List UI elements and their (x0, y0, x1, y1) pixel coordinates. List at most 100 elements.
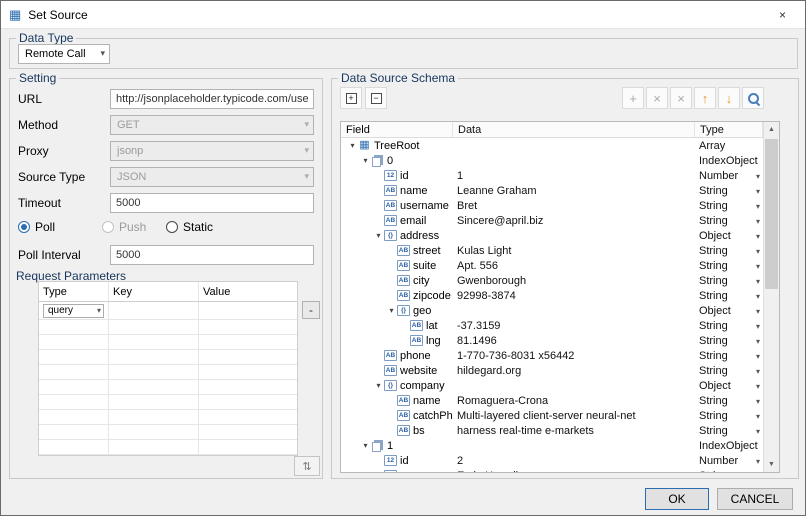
tree-row[interactable]: ABnameErvin HowellString▾ (341, 468, 763, 472)
tree-row[interactable]: ABzipcode92998-3874String▾ (341, 288, 763, 303)
type-dropdown-icon[interactable]: ▾ (756, 218, 760, 226)
field-type: String (699, 275, 728, 287)
tree-row[interactable]: ▾1IndexObject (341, 438, 763, 453)
tree-row[interactable]: ABemailSincere@april.bizString▾ (341, 213, 763, 228)
collapse-chevron-icon[interactable]: ▾ (347, 138, 358, 153)
window-title: Set Source (28, 8, 87, 22)
tree-row[interactable]: ▾0IndexObject (341, 153, 763, 168)
collapse-chevron-icon[interactable]: ▾ (360, 438, 371, 453)
tree-row[interactable]: ▾{}companyObject▾ (341, 378, 763, 393)
move-down-button[interactable]: ↓ (718, 87, 740, 109)
type-dropdown-icon[interactable]: ▾ (756, 398, 760, 406)
type-dropdown-icon[interactable]: ▾ (756, 383, 760, 391)
type-dropdown-icon[interactable]: ▾ (756, 293, 760, 301)
type-dropdown-icon[interactable]: ▾ (756, 323, 760, 331)
param-key-cell[interactable] (109, 302, 199, 319)
schema-legend: Data Source Schema (338, 71, 458, 86)
type-dropdown-icon[interactable]: ▾ (756, 233, 760, 241)
radio-static[interactable]: Static (166, 220, 213, 234)
field-name: lat (426, 320, 438, 332)
tree-row[interactable]: ABbsharness real-time e-marketsString▾ (341, 423, 763, 438)
expand-all-button[interactable]: + (340, 87, 362, 109)
add-node-button[interactable]: + (622, 87, 644, 109)
tree-row[interactable]: ABcatchPhraseMulti-layered client-server… (341, 408, 763, 423)
collapse-chevron-icon[interactable]: ▾ (360, 153, 371, 168)
field-data: 92998-3874 (453, 290, 695, 302)
array-root-icon: ▦ (358, 140, 371, 151)
tree-row[interactable]: ▾{}addressObject▾ (341, 228, 763, 243)
request-param-empty-row (39, 350, 297, 365)
type-dropdown-icon[interactable]: ▾ (756, 188, 760, 196)
remove-param-button[interactable]: - (302, 301, 320, 319)
schema-tree-header: Field Data Type (341, 122, 779, 138)
tree-row[interactable]: ▾{}geoObject▾ (341, 303, 763, 318)
type-dropdown-icon[interactable]: ▾ (756, 338, 760, 346)
param-value-cell[interactable] (199, 302, 297, 319)
type-dropdown-icon[interactable]: ▾ (756, 413, 760, 421)
tree-row[interactable]: ABwebsitehildegard.orgString▾ (341, 363, 763, 378)
type-dropdown-icon[interactable]: ▾ (756, 203, 760, 211)
tree-row[interactable]: 12id1Number▾ (341, 168, 763, 183)
type-dropdown-icon[interactable]: ▾ (756, 368, 760, 376)
type-dropdown-icon[interactable]: ▾ (756, 278, 760, 286)
sort-params-button[interactable]: ⇅ (294, 456, 320, 476)
request-param-empty-row (39, 320, 297, 335)
field-name: bs (413, 425, 425, 437)
collapse-chevron-icon[interactable]: ▾ (373, 228, 384, 243)
type-dropdown-icon[interactable]: ▾ (756, 428, 760, 436)
cancel-button[interactable]: CANCEL (717, 488, 793, 510)
timeout-input[interactable] (110, 193, 314, 213)
url-input[interactable] (110, 89, 314, 109)
preview-button[interactable] (742, 87, 764, 109)
param-type-select[interactable]: query ▾ (43, 304, 104, 318)
collapse-all-button[interactable]: − (365, 87, 387, 109)
string-type-icon: AB (397, 260, 410, 271)
collapse-chevron-icon[interactable]: ▾ (386, 303, 397, 318)
poll-interval-input[interactable] (110, 245, 314, 265)
request-param-empty-row (39, 380, 297, 395)
tree-row[interactable]: ABnameLeanne GrahamString▾ (341, 183, 763, 198)
tree-row[interactable]: ABnameRomaguera-CronaString▾ (341, 393, 763, 408)
field-type: String (699, 350, 728, 362)
tree-row[interactable]: ABusernameBretString▾ (341, 198, 763, 213)
collapse-chevron-icon[interactable]: ▾ (373, 378, 384, 393)
field-data: 1-770-736-8031 x56442 (453, 350, 695, 362)
field-name: id (400, 455, 409, 467)
scroll-down-icon[interactable]: ▼ (764, 457, 779, 472)
field-type: String (699, 260, 728, 272)
field-data: Leanne Graham (453, 185, 695, 197)
type-dropdown-icon[interactable]: ▾ (756, 353, 760, 361)
string-type-icon: AB (397, 410, 410, 421)
scroll-up-icon[interactable]: ▲ (764, 122, 779, 137)
ok-button[interactable]: OK (645, 488, 709, 510)
column-header-data: Data (453, 122, 695, 137)
field-type: Number (699, 455, 738, 467)
vertical-scrollbar[interactable]: ▲ ▼ (763, 122, 779, 472)
tree-row[interactable]: ▾▦TreeRootArray (341, 138, 763, 153)
tree-row[interactable]: ABphone1-770-736-8031 x56442String▾ (341, 348, 763, 363)
type-dropdown-icon[interactable]: ▾ (756, 458, 760, 466)
close-button[interactable]: × (760, 1, 805, 28)
type-dropdown-icon[interactable]: ▾ (756, 173, 760, 181)
field-name: id (400, 170, 409, 182)
field-type: String (699, 320, 728, 332)
tree-row[interactable]: 12id2Number▾ (341, 453, 763, 468)
type-dropdown-icon[interactable]: ▾ (756, 308, 760, 316)
tree-row[interactable]: ABstreetKulas LightString▾ (341, 243, 763, 258)
clear-nodes-button[interactable]: × (670, 87, 692, 109)
type-dropdown-icon[interactable]: ▾ (756, 263, 760, 271)
string-type-icon: AB (410, 335, 423, 346)
move-up-button[interactable]: ↑ (694, 87, 716, 109)
tree-row[interactable]: ABlat-37.3159String▾ (341, 318, 763, 333)
data-type-select[interactable]: Remote Call ▾ (18, 44, 110, 64)
type-dropdown-icon[interactable]: ▾ (756, 248, 760, 256)
radio-poll[interactable]: Poll (18, 220, 55, 234)
string-type-icon: AB (384, 350, 397, 361)
field-name: 1 (387, 440, 393, 452)
scrollbar-thumb[interactable] (765, 139, 778, 289)
tree-row[interactable]: ABlng81.1496String▾ (341, 333, 763, 348)
app-icon: ▦ (9, 8, 21, 21)
tree-row[interactable]: ABcityGwenboroughString▾ (341, 273, 763, 288)
delete-node-button[interactable]: × (646, 87, 668, 109)
tree-row[interactable]: ABsuiteApt. 556String▾ (341, 258, 763, 273)
